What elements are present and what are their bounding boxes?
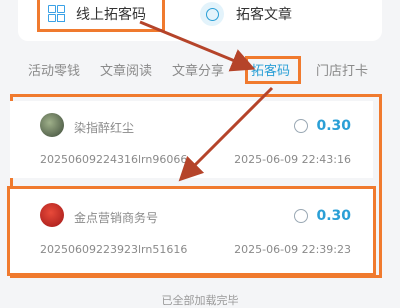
coin-icon xyxy=(294,209,309,223)
top-menu-card: 线上拓客码 拓客文章 xyxy=(18,0,382,41)
reward-amount: 0.30 xyxy=(294,118,351,134)
article-menu-item[interactable]: 拓客文章 xyxy=(200,0,292,29)
list-item[interactable]: 金点营销商务号 0.30 20250609223923lrn51616 2025… xyxy=(7,186,376,276)
user-name: 金点营销商务号 xyxy=(74,211,159,225)
load-complete-text: 已全部加载完毕 xyxy=(161,294,239,307)
user-icon xyxy=(200,2,224,26)
qr-code-icon xyxy=(48,5,66,23)
tab-article-read[interactable]: 文章阅读 xyxy=(100,58,152,86)
tab-article-share[interactable]: 文章分享 xyxy=(172,58,224,86)
coin-icon xyxy=(294,119,309,133)
online-qr-menu-item[interactable]: 线上拓客码 xyxy=(37,0,165,32)
avatar xyxy=(40,203,64,227)
tab-bar: 活动零钱 文章阅读 文章分享 拓客码 门店打卡 xyxy=(0,56,400,86)
order-code: 20250609223923lrn51616 xyxy=(40,243,188,256)
tab-referral-code[interactable]: 拓客码 xyxy=(245,56,301,86)
amount-value: 0.30 xyxy=(316,208,351,224)
article-label: 拓客文章 xyxy=(236,7,292,23)
amount-value: 0.30 xyxy=(316,118,351,134)
tab-store-checkin[interactable]: 门店打卡 xyxy=(316,58,368,86)
list-item[interactable]: 染指醉红尘 0.30 20250609224316lrn96066 2025-0… xyxy=(10,101,373,178)
timestamp: 2025-06-09 22:39:23 xyxy=(234,243,351,256)
timestamp: 2025-06-09 22:43:16 xyxy=(234,153,351,166)
avatar xyxy=(40,113,64,137)
highlight-box xyxy=(245,56,301,84)
reward-amount: 0.30 xyxy=(294,208,351,224)
tab-activity-change[interactable]: 活动零钱 xyxy=(28,58,80,86)
user-name: 染指醉红尘 xyxy=(74,121,135,135)
order-code: 20250609224316lrn96066 xyxy=(40,153,188,166)
online-qr-label: 线上拓客码 xyxy=(76,7,146,23)
